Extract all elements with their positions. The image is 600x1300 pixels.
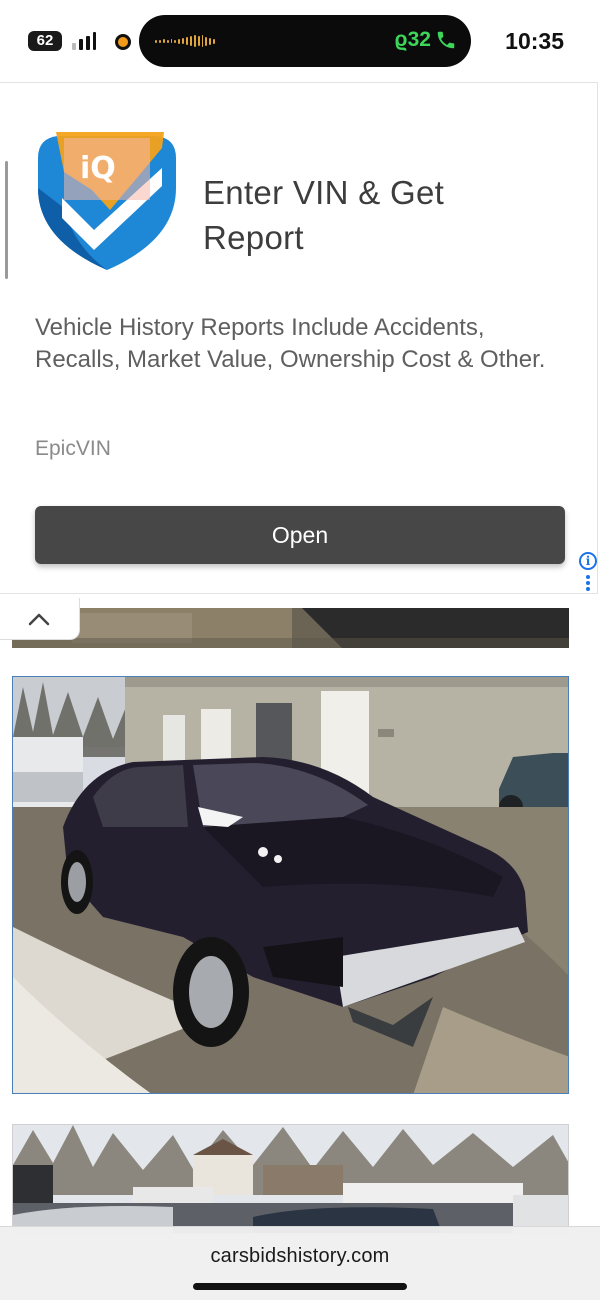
recording-dot-icon <box>115 34 131 50</box>
call-timer: ϱ32 <box>394 28 431 51</box>
scrollbar-thumb[interactable] <box>5 161 8 279</box>
ad-title[interactable]: Enter VIN & Get Report <box>203 170 533 260</box>
logo-text: iQ <box>80 151 116 186</box>
browser-url-bar[interactable]: carsbidshistory.com <box>0 1226 600 1300</box>
ad-source: EpicVIN <box>35 437 111 460</box>
dynamic-island[interactable]: ϱ32 <box>139 15 471 67</box>
notification-badge-icon: 62 <box>22 31 62 51</box>
open-button[interactable]: Open <box>35 506 565 564</box>
phone-icon <box>437 31 455 49</box>
vehicle-photo-partial[interactable] <box>12 608 569 648</box>
home-indicator[interactable] <box>193 1283 407 1290</box>
ad-menu-icon[interactable] <box>586 575 590 591</box>
parking-lot-photo[interactable] <box>12 1124 569 1234</box>
status-bar: 62 ϱ32 10:35 <box>0 0 600 82</box>
collapse-ad-button[interactable] <box>0 598 80 640</box>
signal-bars-icon <box>72 32 102 50</box>
clock: 10:35 <box>505 28 564 54</box>
epicvin-logo-icon[interactable]: iQ <box>34 128 180 274</box>
audio-wave-icon <box>155 34 215 48</box>
damaged-sedan-photo[interactable] <box>12 676 569 1094</box>
adchoices-info-icon[interactable]: i <box>579 552 597 570</box>
ad-description: Vehicle History Reports Include Accident… <box>35 314 546 373</box>
chevron-up-icon <box>28 613 50 626</box>
url-text[interactable]: carsbidshistory.com <box>0 1245 600 1268</box>
